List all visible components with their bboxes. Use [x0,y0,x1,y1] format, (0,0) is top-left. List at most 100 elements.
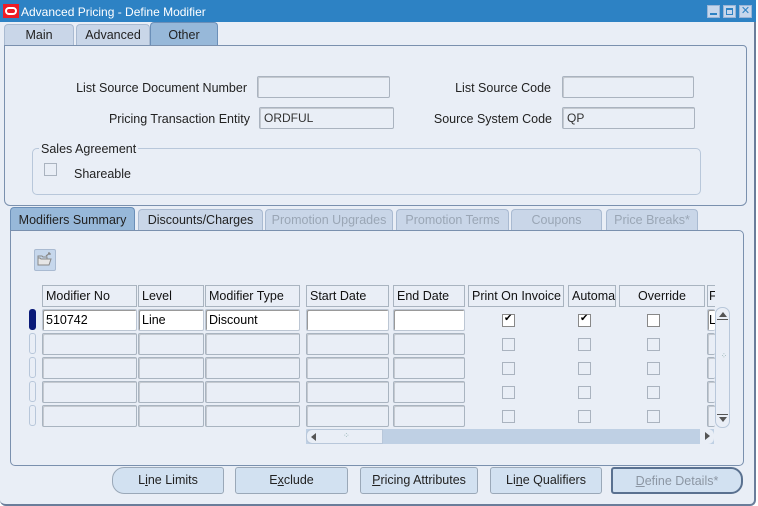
list-source-document-number-label: List Source Document Number [76,81,247,95]
cell-end-date[interactable] [393,381,465,403]
cell-modifier-type[interactable] [205,333,300,355]
cell-truncated[interactable] [707,405,715,427]
cell-start-date[interactable] [306,309,389,331]
cell-start-date[interactable] [306,405,389,427]
tab-other[interactable]: Other [150,22,218,46]
cell-modifier-type[interactable] [205,381,300,403]
cell-truncated[interactable]: L [707,309,715,331]
exclude-label-post: clude [283,473,314,487]
row-indicator[interactable] [29,381,36,402]
minimize-button[interactable] [707,5,720,18]
print-on-invoice-checkbox[interactable] [502,313,515,327]
tab-main[interactable]: Main [4,24,74,46]
source-system-code-field[interactable]: QP [562,107,695,129]
cell-modifier-type[interactable]: Discount [205,309,300,331]
print-on-invoice-checkbox[interactable] [502,362,515,375]
cell-start-date[interactable] [306,357,389,379]
cell-end-date[interactable] [393,333,465,355]
cell-end-date[interactable] [393,405,465,427]
define-details-mnemonic: D [635,474,645,488]
tab-promotion-terms: Promotion Terms [396,209,509,231]
cell-modifier-type[interactable] [205,357,300,379]
define-modifier-window: Advanced Pricing - Define Modifier ✕ Mai… [0,0,756,506]
sales-agreement-title: Sales Agreement [39,142,139,156]
col-header-start-date[interactable]: Start Date [306,285,389,307]
cell-start-date[interactable] [306,381,389,403]
print-on-invoice-checkbox[interactable] [502,410,515,423]
horizontal-scroll-thumb[interactable]: ⁘ [306,429,383,444]
cell-truncated[interactable] [707,333,715,355]
col-header-automatic[interactable]: Automa [568,285,616,307]
scroll-up-icon[interactable] [719,312,727,317]
scroll-right-icon[interactable] [700,429,714,444]
col-header-end-date[interactable]: End Date [393,285,465,307]
override-checkbox[interactable] [647,314,660,327]
open-folder-button[interactable] [34,249,56,271]
vertical-scrollbar[interactable]: ⁘ [715,307,730,428]
list-source-code-field[interactable] [562,76,694,98]
col-header-modifier-no[interactable]: Modifier No [42,285,137,307]
cell-modifier-no[interactable] [42,357,137,379]
col-header-level[interactable]: Level [138,285,204,307]
cell-end-date[interactable] [393,309,465,331]
override-checkbox[interactable] [647,410,660,423]
scroll-up-line [717,319,728,320]
override-checkbox[interactable] [647,386,660,399]
override-checkbox[interactable] [647,362,660,375]
window-title: Advanced Pricing - Define Modifier [21,5,206,19]
tab-promotion-upgrades: Promotion Upgrades [265,209,393,231]
automatic-checkbox[interactable] [578,386,591,399]
automatic-checkbox[interactable] [578,338,591,351]
tab-advanced[interactable]: Advanced [76,24,150,46]
row-indicator[interactable] [29,405,36,426]
pricing-transaction-entity-label: Pricing Transaction Entity [108,112,250,126]
shareable-checkbox[interactable] [44,163,57,176]
col-header-override[interactable]: Override [619,285,705,307]
cell-level[interactable] [138,405,204,427]
col-header-truncated[interactable]: F [707,285,715,307]
pricing-attributes-button[interactable]: Pricing Attributes [360,467,478,494]
cell-level[interactable] [138,357,204,379]
cell-modifier-no[interactable] [42,381,137,403]
pricing-transaction-entity-field[interactable]: ORDFUL [259,107,394,129]
automatic-checkbox[interactable] [578,313,591,327]
cell-level[interactable] [138,381,204,403]
line-qualifiers-button[interactable]: Line Qualifiers [490,467,602,494]
cell-truncated[interactable] [707,381,715,403]
pricing-attributes-label-post: ricing Attributes [380,473,466,487]
row-indicator[interactable] [29,333,36,354]
row-indicator[interactable] [29,357,36,378]
cell-modifier-type[interactable] [205,405,300,427]
cell-modifier-no[interactable] [42,333,137,355]
cell-modifier-no[interactable]: 510742 [42,309,137,331]
folder-open-icon [37,252,52,266]
tab-discounts-charges[interactable]: Discounts/Charges [138,209,263,231]
exclude-button[interactable]: Exclude [235,467,348,494]
vertical-grip-icon: ⁘ [719,352,728,360]
scroll-down-line [717,414,728,415]
exclude-label-pre: E [269,473,278,487]
print-on-invoice-checkbox[interactable] [502,338,515,351]
col-header-print-on-invoice[interactable]: Print On Invoice [468,285,564,307]
cell-modifier-no[interactable] [42,405,137,427]
cell-level[interactable]: Line [138,309,204,331]
cell-truncated[interactable] [707,357,715,379]
scroll-down-icon[interactable] [719,417,727,422]
override-checkbox[interactable] [647,338,660,351]
cell-start-date[interactable] [306,333,389,355]
tab-modifiers-summary[interactable]: Modifiers Summary [10,207,135,231]
scroll-left-icon[interactable] [311,433,316,441]
line-limits-button[interactable]: Line Limits [112,467,224,494]
print-on-invoice-checkbox[interactable] [502,386,515,399]
close-button[interactable]: ✕ [739,5,752,18]
list-source-code-label: List Source Code [455,81,551,95]
automatic-checkbox[interactable] [578,410,591,423]
cell-end-date[interactable] [393,357,465,379]
horizontal-scrollbar[interactable]: ⁘ [306,429,714,444]
list-source-document-number-field[interactable] [257,76,390,98]
col-header-modifier-type[interactable]: Modifier Type [205,285,300,307]
automatic-checkbox[interactable] [578,362,591,375]
cell-level[interactable] [138,333,204,355]
row-indicator[interactable] [29,309,36,330]
maximize-button[interactable] [723,5,736,18]
